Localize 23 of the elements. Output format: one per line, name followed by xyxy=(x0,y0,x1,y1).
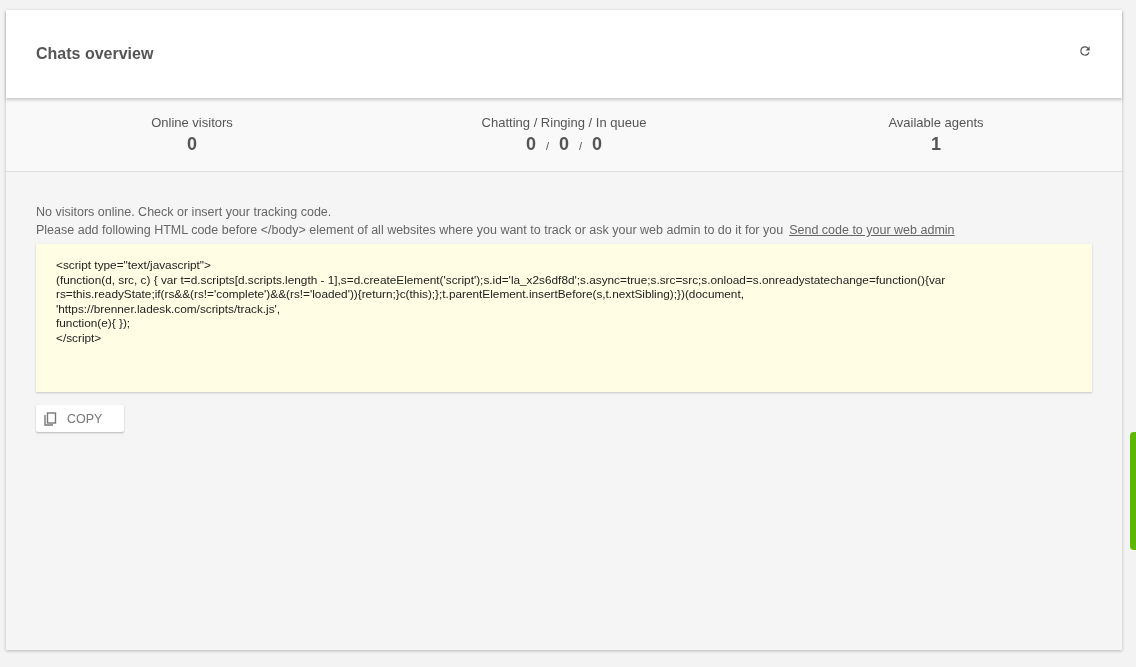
code-line: function(e){ }); xyxy=(56,316,132,331)
stat-value: 0 xyxy=(187,133,197,155)
stat-label: Chatting / Ringing / In queue xyxy=(481,114,647,130)
stat-value: 0 xyxy=(592,133,603,155)
refresh-icon[interactable] xyxy=(1078,44,1092,58)
code-line: rs=this.readyState;if(rs&&(rs!='complete')&&(rs!='loaded')){return;}c(this);};t.parentElement.insertBefore(s,t.nextSibling);})(document, xyxy=(56,287,745,302)
code-line: (function(d, src, c) { var t=d.scripts[d.scripts.length - 1],s=d.createElement('script');s.id='la_x2s6df8d';s.async=true;s.src=src;s.onload=s.onreadystatechange=function(){var xyxy=(56,272,947,287)
stat-separator: / xyxy=(545,139,549,152)
code-line: <script type="text/javascript"> xyxy=(56,258,212,273)
code-line: </script> xyxy=(56,330,103,345)
send-code-link[interactable]: Send code to your web admin xyxy=(789,223,955,237)
stat-label: Available agents xyxy=(888,114,984,130)
instruction-text: Please add following HTML code before </body> element of all websites where you want to track or ask your web admin to do it for you xyxy=(36,223,784,237)
page-title: Chats overview xyxy=(36,45,154,63)
stat-value: 0 xyxy=(559,133,569,155)
notice-text: No visitors online. Check or insert your tracking code. xyxy=(36,205,333,219)
copy-icon xyxy=(44,411,57,426)
copy-button[interactable]: COPY xyxy=(36,405,124,432)
stat-label: Online visitors xyxy=(151,114,233,130)
stat-value: 0 xyxy=(525,133,536,155)
code-line: 'https://brenner.ladesk.com/scripts/track.js', xyxy=(56,301,282,316)
stat-separator: / xyxy=(579,139,583,152)
stat-value: 1 xyxy=(931,133,941,155)
